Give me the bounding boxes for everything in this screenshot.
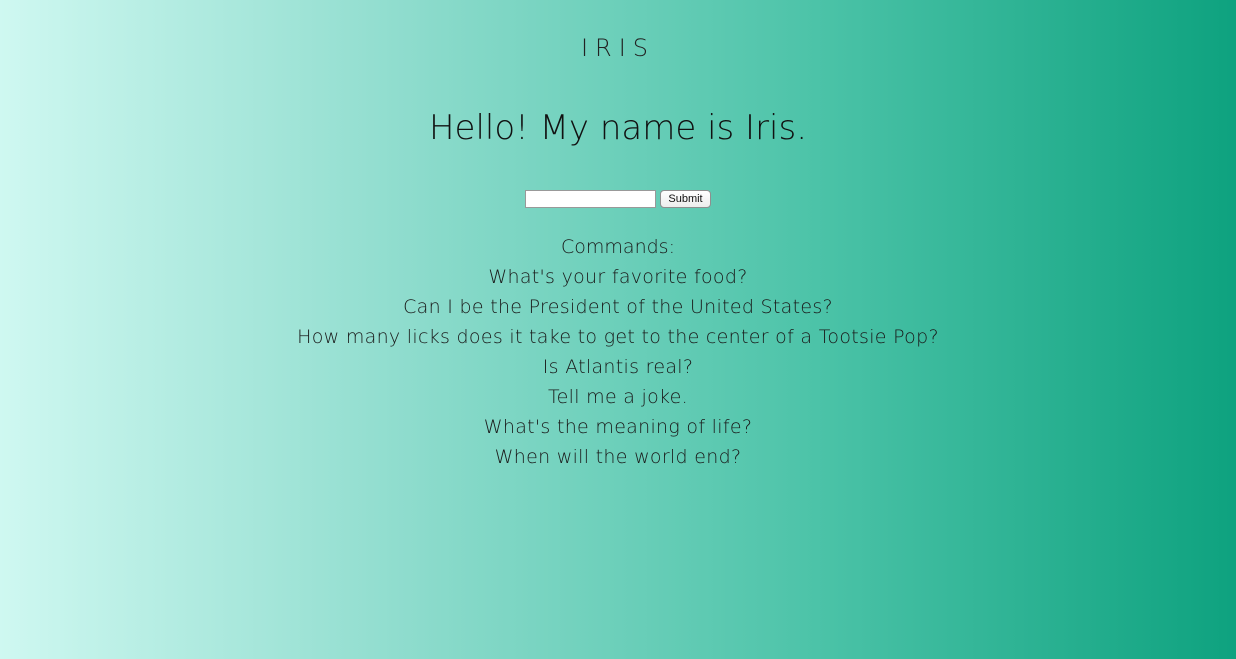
command-item: What's your favorite food? [488,266,748,288]
commands-section: Commands: What's your favorite food? Can… [0,232,1236,472]
commands-list: What's your favorite food? Can I be the … [0,262,1236,472]
page-title: Hello! My name is Iris. [428,108,808,148]
query-form: Submit [0,190,1236,208]
commands-title: Commands: [561,236,675,258]
command-item: How many licks does it take to get to th… [297,326,939,348]
submit-button[interactable]: Submit [660,190,711,208]
command-item: Can I be the President of the United Sta… [403,296,833,318]
query-input[interactable] [525,190,657,208]
command-item: Tell me a joke. [547,386,689,408]
command-item: Is Atlantis real? [542,356,694,378]
logo: IRIS [580,34,656,62]
command-item: What's the meaning of life? [483,416,753,438]
command-item: When will the world end? [494,446,742,468]
